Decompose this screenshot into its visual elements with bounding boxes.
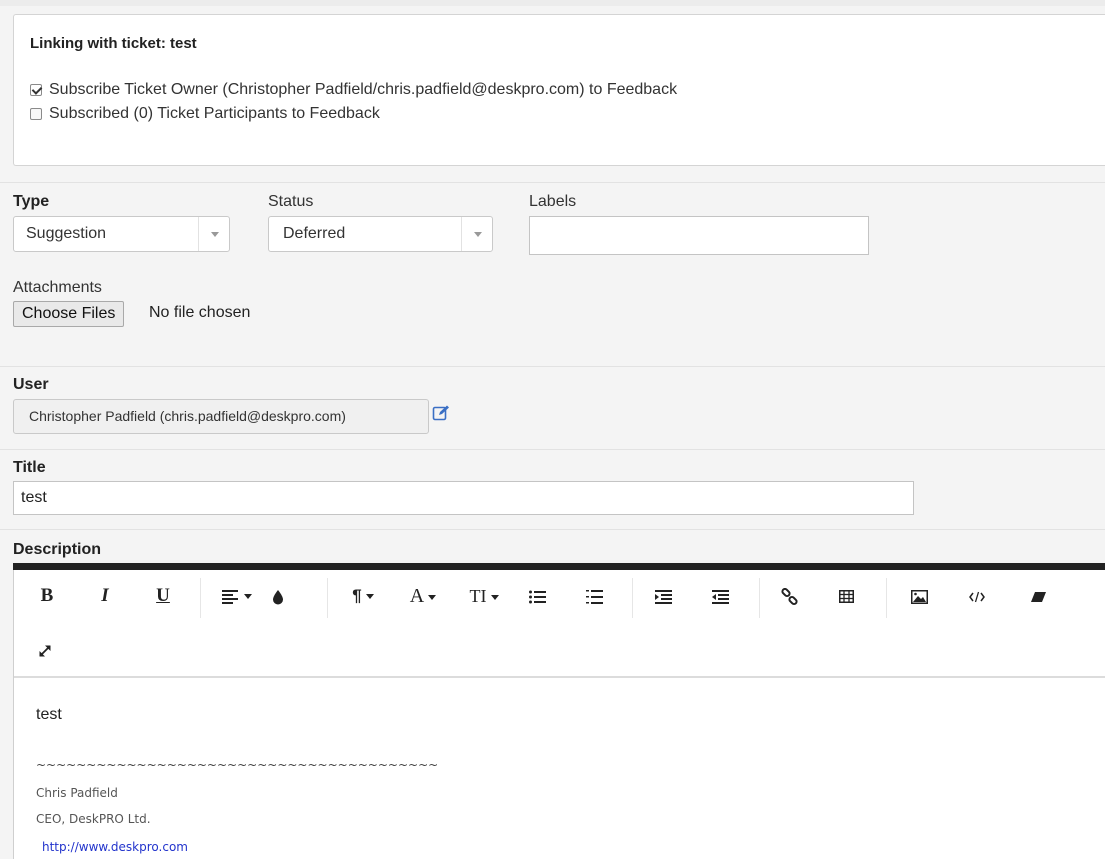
signature-link[interactable]: http://www.deskpro.com bbox=[42, 840, 188, 854]
subscribe-participants-label: Subscribed (0) Ticket Participants to Fe… bbox=[49, 105, 380, 122]
droplet-icon bbox=[273, 589, 283, 605]
title-input[interactable]: test bbox=[13, 481, 914, 515]
subscribe-participants-row[interactable]: Subscribed (0) Ticket Participants to Fe… bbox=[30, 105, 380, 123]
toolbar-separator bbox=[200, 578, 201, 618]
align-dropdown[interactable] bbox=[216, 584, 258, 608]
edit-icon[interactable] bbox=[432, 404, 450, 422]
link-button[interactable] bbox=[781, 584, 799, 608]
color-button[interactable] bbox=[269, 584, 287, 608]
subscribe-participants-checkbox[interactable] bbox=[30, 108, 42, 120]
user-label: User bbox=[13, 376, 49, 393]
font-icon: A bbox=[409, 585, 425, 607]
code-view-button[interactable] bbox=[968, 584, 986, 608]
pilcrow-icon: ¶ bbox=[352, 586, 362, 605]
text-size-dropdown[interactable]: TI bbox=[462, 584, 506, 608]
toolbar-separator bbox=[632, 578, 633, 618]
bullet-list-button[interactable] bbox=[528, 584, 546, 608]
signature-separator: ~~~~~~~~~~~~~~~~~~~~~~~~~~~~~~~~~~~~~~~~ bbox=[36, 758, 439, 772]
font-dropdown[interactable]: A bbox=[403, 584, 443, 608]
type-select-value: Suggestion bbox=[26, 225, 107, 242]
bullet-list-icon bbox=[528, 590, 546, 604]
italic-button[interactable]: I bbox=[96, 584, 114, 608]
top-strip bbox=[0, 0, 1105, 6]
link-icon bbox=[781, 587, 798, 605]
status-label: Status bbox=[268, 193, 314, 210]
indent-icon bbox=[654, 589, 672, 604]
divider bbox=[0, 182, 1105, 183]
toolbar-separator bbox=[327, 578, 328, 618]
type-label: Type bbox=[13, 193, 50, 210]
description-editor: B I U ¶ A TI test ~~~~~~~~~~~~~~~~~~~~~~… bbox=[13, 570, 1105, 859]
outdent-button[interactable] bbox=[711, 584, 729, 608]
outdent-icon bbox=[711, 589, 729, 604]
status-select[interactable]: Deferred bbox=[268, 216, 493, 252]
bold-button[interactable]: B bbox=[38, 584, 56, 608]
file-status-text: No file chosen bbox=[149, 304, 251, 321]
text-size-icon: TI bbox=[469, 586, 487, 606]
editor-top-bar bbox=[13, 563, 1105, 570]
toolbar-separator bbox=[759, 578, 760, 618]
type-select[interactable]: Suggestion bbox=[13, 216, 230, 252]
toolbar-separator bbox=[886, 578, 887, 618]
labels-input[interactable] bbox=[529, 216, 869, 255]
fullscreen-button[interactable] bbox=[36, 638, 54, 662]
status-select-value: Deferred bbox=[283, 225, 346, 242]
user-field: Christopher Padfield (chris.padfield@des… bbox=[13, 399, 429, 434]
linking-title: Linking with ticket: test bbox=[30, 35, 197, 52]
subscribe-owner-checkbox[interactable] bbox=[30, 84, 42, 96]
attachments-label: Attachments bbox=[13, 279, 102, 296]
chevron-down-icon bbox=[461, 217, 492, 251]
code-icon bbox=[969, 591, 985, 602]
paragraph-dropdown[interactable]: ¶ bbox=[344, 584, 382, 608]
indent-button[interactable] bbox=[654, 584, 672, 608]
editor-body-text: test bbox=[36, 706, 62, 723]
image-icon bbox=[910, 589, 928, 604]
divider bbox=[0, 449, 1105, 450]
subscribe-owner-label: Subscribe Ticket Owner (Christopher Padf… bbox=[49, 81, 678, 98]
expand-icon bbox=[39, 644, 51, 657]
numbered-list-icon bbox=[585, 589, 603, 604]
signature-name: Chris Padfield bbox=[36, 786, 118, 800]
table-button[interactable] bbox=[837, 584, 855, 608]
clear-format-button[interactable] bbox=[1029, 584, 1047, 608]
numbered-list-button[interactable] bbox=[585, 584, 603, 608]
align-left-icon bbox=[222, 589, 238, 604]
signature-title: CEO, DeskPRO Ltd. bbox=[36, 812, 151, 826]
title-label: Title bbox=[13, 459, 46, 476]
linking-panel: Linking with ticket: test Subscribe Tick… bbox=[13, 14, 1105, 166]
image-button[interactable] bbox=[910, 584, 928, 608]
divider bbox=[0, 529, 1105, 530]
table-icon bbox=[838, 590, 854, 604]
chevron-down-icon bbox=[198, 217, 229, 251]
subscribe-owner-row[interactable]: Subscribe Ticket Owner (Christopher Padf… bbox=[30, 81, 677, 99]
labels-label: Labels bbox=[529, 193, 577, 210]
eraser-icon bbox=[1030, 591, 1046, 602]
underline-button[interactable]: U bbox=[154, 584, 172, 608]
editor-toolbar: B I U ¶ A TI bbox=[14, 570, 1105, 678]
choose-files-button[interactable]: Choose Files bbox=[13, 301, 125, 327]
description-label: Description bbox=[13, 541, 102, 558]
divider bbox=[0, 366, 1105, 367]
